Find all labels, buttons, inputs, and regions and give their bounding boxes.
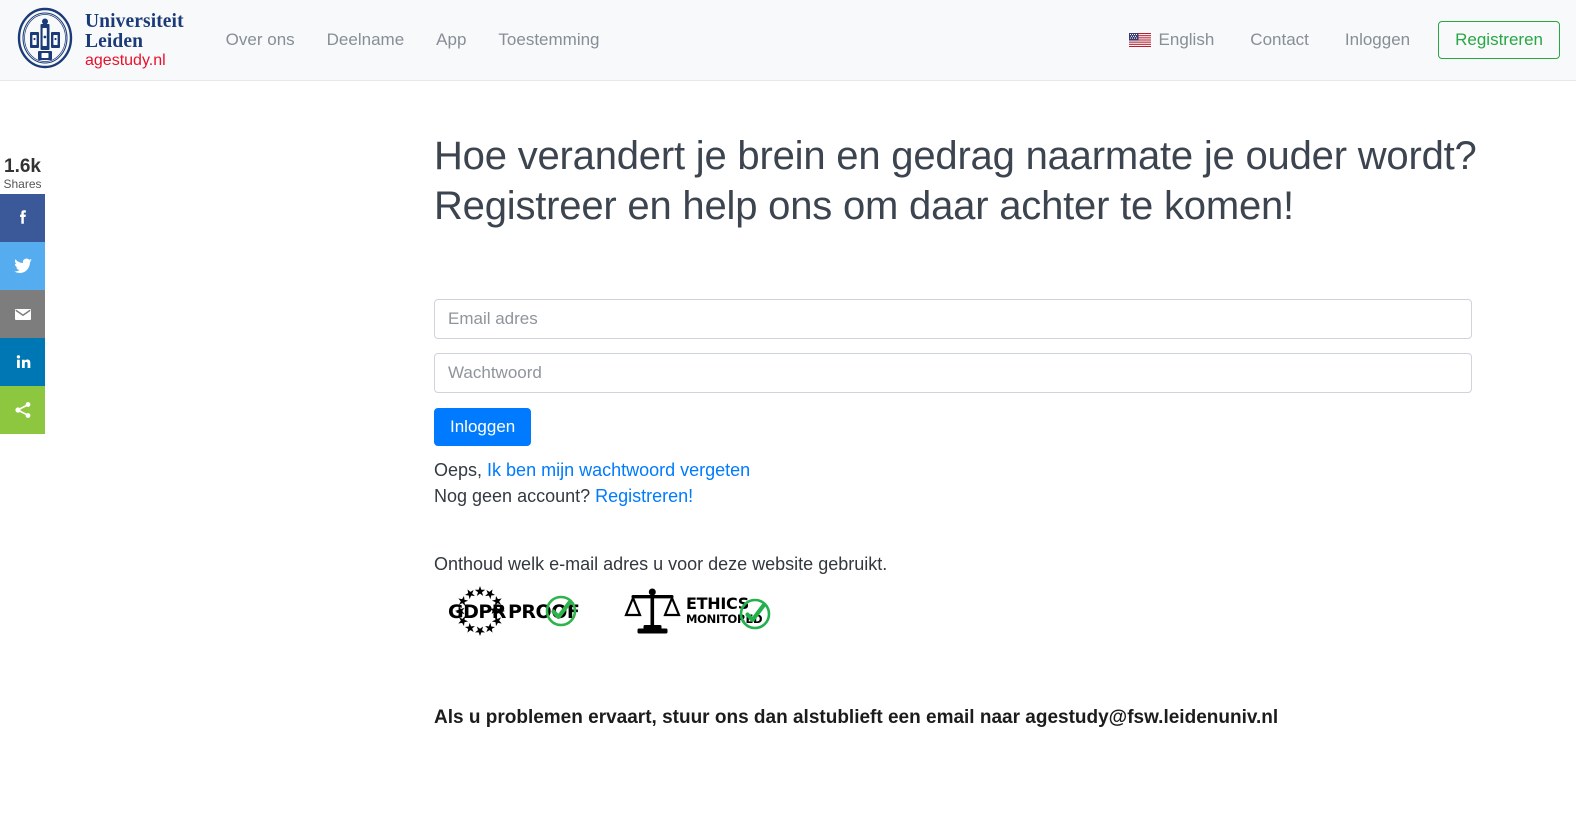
nav-item-over-ons[interactable]: Over ons — [210, 22, 311, 58]
email-icon — [11, 302, 35, 326]
svg-text:ETHICS: ETHICS — [686, 594, 749, 613]
brand-text: Universiteit Leiden agestudy.nl — [85, 11, 184, 69]
login-form: Inloggen Oeps, Ik ben mijn wachtwoord ve… — [434, 299, 1472, 729]
main-content: Hoe verandert je brein en gedrag naarmat… — [0, 81, 1576, 729]
leiden-university-seal-icon — [14, 7, 76, 74]
login-button[interactable]: Inloggen — [434, 408, 532, 446]
nav-item-inloggen[interactable]: Inloggen — [1327, 22, 1428, 58]
share-more-button[interactable] — [0, 386, 45, 435]
register-prefix: Nog geen account? — [434, 486, 591, 507]
brand-logo-link[interactable]: Universiteit Leiden agestudy.nl — [14, 7, 184, 74]
email-field[interactable] — [434, 299, 1472, 339]
share-linkedin-button[interactable] — [0, 338, 45, 387]
page-title-line2: Registreer en help ons om daar achter te… — [434, 184, 1294, 228]
brand-site-name: agestudy.nl — [85, 51, 166, 69]
nav-item-language-english[interactable]: English — [1111, 22, 1233, 58]
register-row: Nog geen account? Registreren! — [434, 484, 1472, 508]
register-button[interactable]: Registreren — [1438, 20, 1560, 60]
top-navbar: Universiteit Leiden agestudy.nl Over ons… — [0, 0, 1576, 81]
remember-email-note: Onthoud welk e-mail adres u voor deze we… — [434, 553, 888, 574]
share-twitter-button[interactable] — [0, 242, 45, 291]
share-icon — [11, 398, 35, 422]
page-title-line1: Hoe verandert je brein en gedrag naarmat… — [434, 134, 1477, 178]
facebook-icon — [12, 207, 34, 229]
share-count-label: Shares — [3, 176, 42, 191]
gdpr-proof-badge: GDPR PROOF — [434, 581, 590, 641]
problem-contact-text: Als u problemen ervaart, stuur ons dan a… — [434, 706, 1279, 728]
main-navigation: Over ons Deelname App Toestemming — [210, 22, 616, 58]
nav-item-toestemming[interactable]: Toestemming — [482, 22, 615, 58]
nav-item-deelname[interactable]: Deelname — [311, 22, 421, 58]
nav-item-app[interactable]: App — [420, 22, 482, 58]
trust-badges: GDPR PROOF ETHICS MONITORED — [434, 581, 1472, 641]
password-field[interactable] — [434, 353, 1472, 393]
page-title: Hoe verandert je brein en gedrag naarmat… — [434, 81, 1494, 231]
twitter-icon — [11, 254, 35, 278]
forgot-password-link[interactable]: Ik ben mijn wachtwoord vergeten — [487, 460, 750, 480]
forgot-password-row: Oeps, Ik ben mijn wachtwoord vergeten — [434, 458, 1472, 482]
social-share-rail: 1.6k Shares — [0, 155, 45, 435]
ethics-monitored-badge: ETHICS MONITORED — [622, 581, 772, 641]
brand-university-line2: Leiden — [85, 30, 144, 52]
us-flag-icon — [1128, 33, 1151, 47]
share-email-button[interactable] — [0, 290, 45, 339]
forgot-password-prefix: Oeps, — [434, 460, 483, 480]
nav-item-contact[interactable]: Contact — [1232, 22, 1327, 58]
brand-university-line1: Universiteit — [85, 10, 184, 32]
linkedin-icon — [12, 351, 34, 373]
secondary-navigation: English Contact Inloggen Registreren — [1111, 0, 1560, 80]
register-link[interactable]: Registreren! — [595, 486, 693, 506]
language-label: English — [1158, 30, 1215, 49]
share-count: 1.6k — [4, 156, 41, 177]
share-facebook-button[interactable] — [0, 194, 45, 243]
svg-text:GDPR: GDPR — [448, 601, 507, 623]
